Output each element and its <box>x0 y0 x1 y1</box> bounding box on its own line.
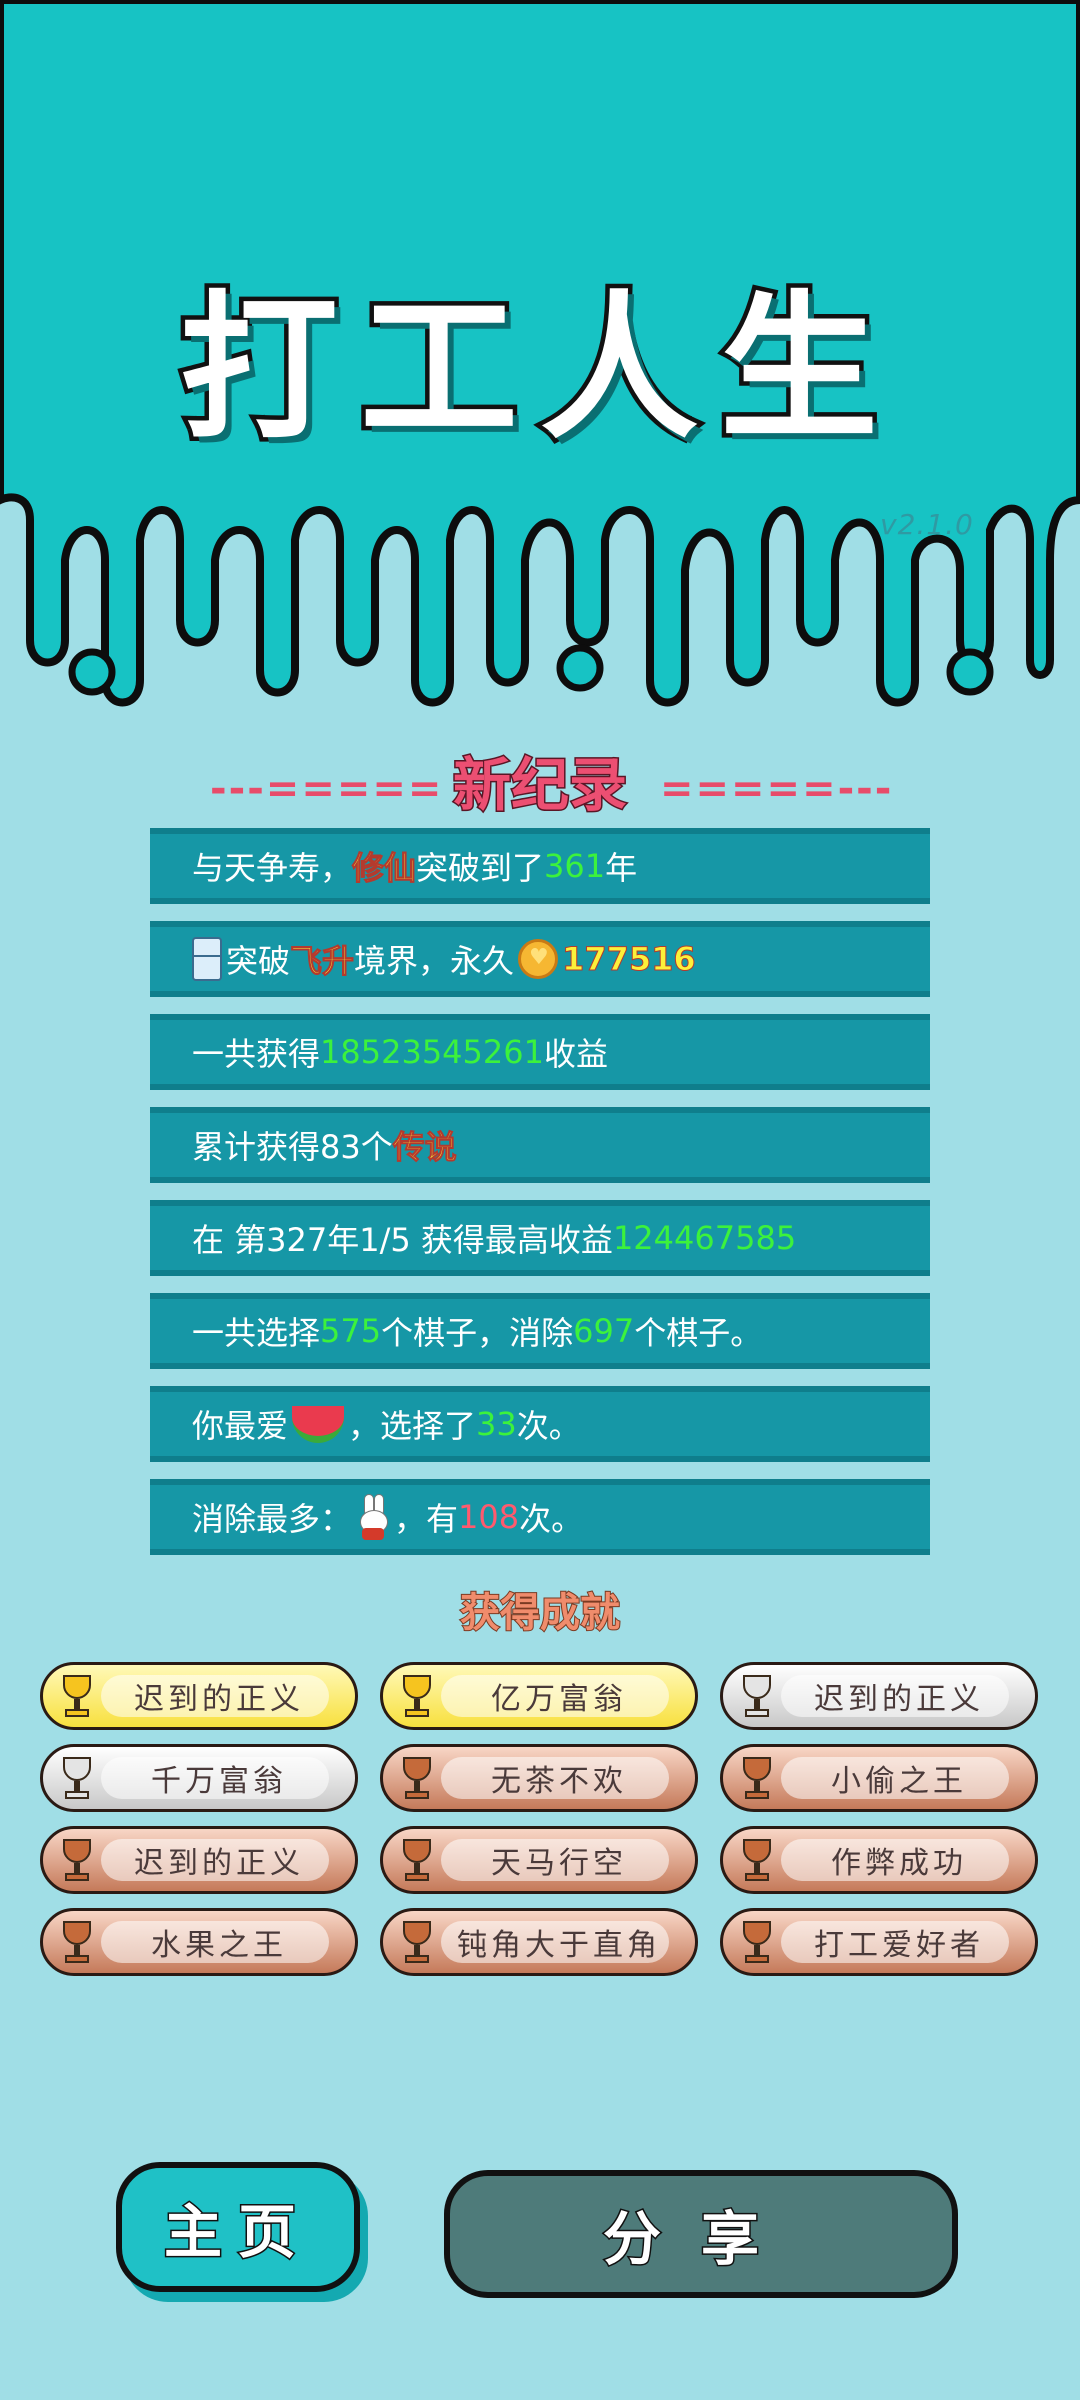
fridge-icon <box>192 937 222 981</box>
achievement-badge: 千万富翁 <box>40 1744 358 1812</box>
achievement-badge: 作弊成功 <box>720 1826 1038 1894</box>
stat-row-legend-count: 累计获得83个 传说 <box>150 1107 930 1183</box>
app-title: 打工人生 <box>176 273 900 466</box>
share-button[interactable]: 分享 <box>444 2170 958 2298</box>
dash-decoration-right: =====--- <box>660 766 894 812</box>
bunny-icon <box>358 1494 389 1540</box>
stat-row-lifespan: 与天争寿， 修仙 突破到了 361 年 <box>150 828 930 904</box>
stat-row-ascension: 突破飞升境界，永久177516 <box>150 921 930 997</box>
achievement-badge: 迟到的正义 <box>40 1826 358 1894</box>
achievement-badge: 天马行空 <box>380 1826 698 1894</box>
stat-row-favorite: 你最爱 ，选择了 33 次。 <box>150 1386 930 1462</box>
stat-row-total-income: 一共获得 18523545261 收益 <box>150 1014 930 1090</box>
new-record-header: ---===== 新纪录 =====--- <box>0 738 1080 821</box>
achievement-badge: 小偷之王 <box>720 1744 1038 1812</box>
stat-row-most-eliminated: 消除最多： ，有 108 次。 <box>150 1479 930 1555</box>
home-button[interactable]: 主页 <box>116 2162 360 2292</box>
achievement-badge: 迟到的正义 <box>40 1662 358 1730</box>
achievement-badge: 钝角大于直角 <box>380 1908 698 1976</box>
version-label: v2.1.0 <box>880 508 974 541</box>
achievement-badge: 亿万富翁 <box>380 1662 698 1730</box>
stats-list: 与天争寿，修仙突破到了361年 突破飞升境界，永久177516 一共获得1852… <box>150 828 930 1572</box>
heart-coin-icon <box>518 939 559 979</box>
stat-row-pieces: 一共选择 575 个棋子，消除 697 个棋子。 <box>150 1293 930 1369</box>
stat-row-best-income: 在 第327年1/5 获得最高收益 124467585 <box>150 1200 930 1276</box>
achievements-title: 获得成就 <box>459 1589 621 1637</box>
new-record-title: 新纪录 <box>451 750 628 821</box>
achievement-badge: 打工爱好者 <box>720 1908 1038 1976</box>
achievement-badge: 无茶不欢 <box>380 1744 698 1812</box>
achievement-badge: 迟到的正义 <box>720 1662 1038 1730</box>
achievement-badge: 水果之王 <box>40 1908 358 1976</box>
watermelon-icon <box>292 1405 345 1443</box>
